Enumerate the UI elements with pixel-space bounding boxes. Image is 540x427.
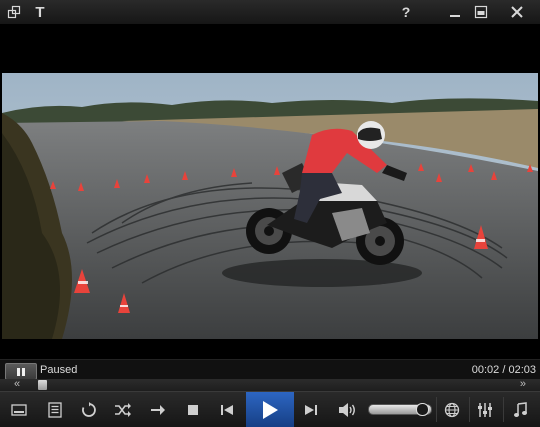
play-icon [263,400,278,419]
title-bar: T ? [0,0,540,25]
music-note-icon [514,401,527,417]
next-button[interactable] [296,395,326,424]
music-button[interactable] [505,395,535,424]
subtitle-t-label: T [35,3,45,21]
close-icon[interactable] [506,2,528,22]
shuffle-button[interactable] [108,395,138,424]
next-file-button[interactable] [143,395,173,424]
previous-button[interactable] [212,395,242,424]
separator [503,397,504,422]
pause-icon [17,367,25,376]
stop-icon [188,404,198,415]
playback-state: Paused [40,364,78,376]
repeat-icon [82,401,96,417]
restore-icon[interactable] [470,2,492,22]
equalizer-icon [478,402,492,417]
online-button[interactable] [437,395,467,424]
help-label: ? [401,4,411,20]
video-frame[interactable] [2,73,538,339]
time-display: 00:02 / 02:03 [471,364,536,376]
screen-icon [11,403,27,416]
volume-slider[interactable] [368,403,432,416]
fullscreen-button[interactable] [4,395,34,424]
list-icon [48,401,62,418]
seek-bar[interactable]: « » [0,378,540,391]
repeat-button[interactable] [74,395,104,424]
seek-forward-icon[interactable]: » [520,378,526,390]
shuffle-icon [115,402,131,417]
control-bar [0,391,540,427]
arrow-right-icon [151,404,165,415]
play-button[interactable] [246,392,294,427]
video-area[interactable] [0,25,540,359]
help-icon[interactable]: ? [396,2,416,22]
seek-thumb[interactable] [37,380,47,390]
volume-thumb[interactable] [415,403,429,416]
minimize-icon[interactable] [444,2,466,22]
seek-back-icon[interactable]: « [14,378,20,390]
skip-forward-icon [305,404,317,415]
playlist-toggle-icon[interactable] [4,2,24,22]
globe-icon [444,402,460,417]
pause-button[interactable] [5,363,37,380]
skip-back-icon [221,404,233,415]
subtitle-t-icon[interactable]: T [30,2,50,22]
status-bar: Paused 00:02 / 02:03 [0,359,540,381]
equalizer-button[interactable] [470,395,500,424]
stop-button[interactable] [178,395,208,424]
speaker-icon [339,402,355,417]
video-image [2,73,538,339]
playlist-button[interactable] [40,395,70,424]
mute-button[interactable] [332,395,362,424]
